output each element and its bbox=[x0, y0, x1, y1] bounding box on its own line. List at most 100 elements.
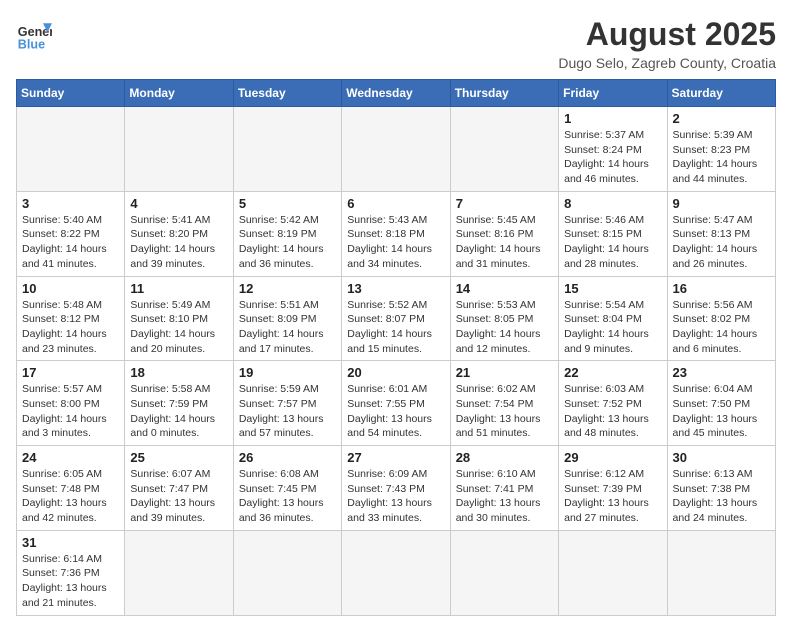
calendar-cell: 21 Sunrise: 6:02 AM Sunset: 7:54 PM Dayli… bbox=[450, 361, 558, 446]
weekday-header-friday: Friday bbox=[559, 80, 667, 107]
day-number: 26 bbox=[239, 450, 336, 465]
calendar-week-4: 17 Sunrise: 5:57 AM Sunset: 8:00 PM Dayli… bbox=[17, 361, 776, 446]
calendar-title: August 2025 bbox=[558, 16, 776, 53]
day-info: Sunrise: 6:04 AM Sunset: 7:50 PM Dayligh… bbox=[673, 382, 770, 441]
calendar-cell: 25Sunrise: 6:07 AM Sunset: 7:47 PM Dayli… bbox=[125, 446, 233, 531]
day-number: 3 bbox=[22, 196, 119, 211]
weekday-header-thursday: Thursday bbox=[450, 80, 558, 107]
day-number: 9 bbox=[673, 196, 770, 211]
calendar-cell: 4 Sunrise: 5:41 AM Sunset: 8:20 PM Daylig… bbox=[125, 191, 233, 276]
calendar-cell: 20 Sunrise: 6:01 AM Sunset: 7:55 PM Dayli… bbox=[342, 361, 450, 446]
weekday-header-tuesday: Tuesday bbox=[233, 80, 341, 107]
day-info: Sunrise: 6:14 AM Sunset: 7:36 PM Dayligh… bbox=[22, 552, 119, 611]
calendar-cell bbox=[667, 530, 775, 615]
day-info: Sunrise: 5:57 AM Sunset: 8:00 PM Dayligh… bbox=[22, 382, 119, 441]
day-info: Sunrise: 5:58 AM Sunset: 7:59 PM Dayligh… bbox=[130, 382, 227, 441]
day-number: 19 bbox=[239, 365, 336, 380]
calendar-cell bbox=[450, 107, 558, 192]
day-info: Sunrise: 5:41 AM Sunset: 8:20 PM Dayligh… bbox=[130, 213, 227, 272]
day-info: Sunrise: 5:52 AM Sunset: 8:07 PM Dayligh… bbox=[347, 298, 444, 357]
day-number: 18 bbox=[130, 365, 227, 380]
day-info: Sunrise: 6:12 AM Sunset: 7:39 PM Dayligh… bbox=[564, 467, 661, 526]
day-info: Sunrise: 5:51 AM Sunset: 8:09 PM Dayligh… bbox=[239, 298, 336, 357]
calendar-cell: 12Sunrise: 5:51 AM Sunset: 8:09 PM Dayli… bbox=[233, 276, 341, 361]
day-number: 5 bbox=[239, 196, 336, 211]
day-number: 8 bbox=[564, 196, 661, 211]
day-number: 16 bbox=[673, 281, 770, 296]
day-info: Sunrise: 5:40 AM Sunset: 8:22 PM Dayligh… bbox=[22, 213, 119, 272]
day-number: 28 bbox=[456, 450, 553, 465]
calendar-table: SundayMondayTuesdayWednesdayThursdayFrid… bbox=[16, 79, 776, 616]
day-number: 30 bbox=[673, 450, 770, 465]
day-info: Sunrise: 6:02 AM Sunset: 7:54 PM Dayligh… bbox=[456, 382, 553, 441]
calendar-cell: 14Sunrise: 5:53 AM Sunset: 8:05 PM Dayli… bbox=[450, 276, 558, 361]
calendar-cell: 10Sunrise: 5:48 AM Sunset: 8:12 PM Dayli… bbox=[17, 276, 125, 361]
day-info: Sunrise: 5:45 AM Sunset: 8:16 PM Dayligh… bbox=[456, 213, 553, 272]
calendar-cell bbox=[233, 107, 341, 192]
calendar-cell: 29Sunrise: 6:12 AM Sunset: 7:39 PM Dayli… bbox=[559, 446, 667, 531]
header: General Blue August 2025 Dugo Selo, Zagr… bbox=[16, 16, 776, 71]
calendar-cell: 30 Sunrise: 6:13 AM Sunset: 7:38 PM Dayli… bbox=[667, 446, 775, 531]
day-info: Sunrise: 6:09 AM Sunset: 7:43 PM Dayligh… bbox=[347, 467, 444, 526]
calendar-cell: 13 Sunrise: 5:52 AM Sunset: 8:07 PM Dayli… bbox=[342, 276, 450, 361]
day-number: 14 bbox=[456, 281, 553, 296]
calendar-cell: 28Sunrise: 6:10 AM Sunset: 7:41 PM Dayli… bbox=[450, 446, 558, 531]
calendar-cell bbox=[559, 530, 667, 615]
day-number: 17 bbox=[22, 365, 119, 380]
weekday-header-monday: Monday bbox=[125, 80, 233, 107]
day-info: Sunrise: 5:54 AM Sunset: 8:04 PM Dayligh… bbox=[564, 298, 661, 357]
logo: General Blue bbox=[16, 16, 52, 52]
day-number: 15 bbox=[564, 281, 661, 296]
calendar-cell: 6Sunrise: 5:43 AM Sunset: 8:18 PM Daylig… bbox=[342, 191, 450, 276]
calendar-week-5: 24Sunrise: 6:05 AM Sunset: 7:48 PM Dayli… bbox=[17, 446, 776, 531]
day-number: 13 bbox=[347, 281, 444, 296]
day-number: 22 bbox=[564, 365, 661, 380]
day-info: Sunrise: 6:05 AM Sunset: 7:48 PM Dayligh… bbox=[22, 467, 119, 526]
calendar-cell: 23Sunrise: 6:04 AM Sunset: 7:50 PM Dayli… bbox=[667, 361, 775, 446]
calendar-cell: 17 Sunrise: 5:57 AM Sunset: 8:00 PM Dayli… bbox=[17, 361, 125, 446]
calendar-cell: 15 Sunrise: 5:54 AM Sunset: 8:04 PM Dayli… bbox=[559, 276, 667, 361]
day-info: Sunrise: 5:49 AM Sunset: 8:10 PM Dayligh… bbox=[130, 298, 227, 357]
calendar-cell: 26 Sunrise: 6:08 AM Sunset: 7:45 PM Dayli… bbox=[233, 446, 341, 531]
calendar-cell: 5Sunrise: 5:42 AM Sunset: 8:19 PM Daylig… bbox=[233, 191, 341, 276]
weekday-header-wednesday: Wednesday bbox=[342, 80, 450, 107]
calendar-week-6: 31 Sunrise: 6:14 AM Sunset: 7:36 PM Dayli… bbox=[17, 530, 776, 615]
calendar-week-1: 1Sunrise: 5:37 AM Sunset: 8:24 PM Daylig… bbox=[17, 107, 776, 192]
day-number: 31 bbox=[22, 535, 119, 550]
day-info: Sunrise: 5:48 AM Sunset: 8:12 PM Dayligh… bbox=[22, 298, 119, 357]
calendar-week-3: 10Sunrise: 5:48 AM Sunset: 8:12 PM Dayli… bbox=[17, 276, 776, 361]
calendar-cell: 1Sunrise: 5:37 AM Sunset: 8:24 PM Daylig… bbox=[559, 107, 667, 192]
day-info: Sunrise: 6:01 AM Sunset: 7:55 PM Dayligh… bbox=[347, 382, 444, 441]
weekday-header-sunday: Sunday bbox=[17, 80, 125, 107]
calendar-cell bbox=[342, 530, 450, 615]
calendar-cell: 7Sunrise: 5:45 AM Sunset: 8:16 PM Daylig… bbox=[450, 191, 558, 276]
title-area: August 2025 Dugo Selo, Zagreb County, Cr… bbox=[558, 16, 776, 71]
calendar-cell: 18 Sunrise: 5:58 AM Sunset: 7:59 PM Dayli… bbox=[125, 361, 233, 446]
calendar-cell: 22Sunrise: 6:03 AM Sunset: 7:52 PM Dayli… bbox=[559, 361, 667, 446]
weekday-header-row: SundayMondayTuesdayWednesdayThursdayFrid… bbox=[17, 80, 776, 107]
calendar-cell: 27 Sunrise: 6:09 AM Sunset: 7:43 PM Dayli… bbox=[342, 446, 450, 531]
day-number: 4 bbox=[130, 196, 227, 211]
calendar-cell bbox=[233, 530, 341, 615]
day-info: Sunrise: 5:56 AM Sunset: 8:02 PM Dayligh… bbox=[673, 298, 770, 357]
day-info: Sunrise: 6:08 AM Sunset: 7:45 PM Dayligh… bbox=[239, 467, 336, 526]
day-number: 1 bbox=[564, 111, 661, 126]
svg-text:Blue: Blue bbox=[18, 37, 45, 51]
day-number: 21 bbox=[456, 365, 553, 380]
calendar-cell: 24Sunrise: 6:05 AM Sunset: 7:48 PM Dayli… bbox=[17, 446, 125, 531]
calendar-cell: 19Sunrise: 5:59 AM Sunset: 7:57 PM Dayli… bbox=[233, 361, 341, 446]
day-info: Sunrise: 5:46 AM Sunset: 8:15 PM Dayligh… bbox=[564, 213, 661, 272]
calendar-cell bbox=[125, 107, 233, 192]
day-number: 6 bbox=[347, 196, 444, 211]
calendar-cell: 2Sunrise: 5:39 AM Sunset: 8:23 PM Daylig… bbox=[667, 107, 775, 192]
calendar-cell: 3 Sunrise: 5:40 AM Sunset: 8:22 PM Daylig… bbox=[17, 191, 125, 276]
day-number: 25 bbox=[130, 450, 227, 465]
day-info: Sunrise: 6:13 AM Sunset: 7:38 PM Dayligh… bbox=[673, 467, 770, 526]
calendar-cell bbox=[342, 107, 450, 192]
calendar-cell bbox=[450, 530, 558, 615]
day-number: 27 bbox=[347, 450, 444, 465]
calendar-cell: 9 Sunrise: 5:47 AM Sunset: 8:13 PM Daylig… bbox=[667, 191, 775, 276]
day-number: 20 bbox=[347, 365, 444, 380]
logo-icon: General Blue bbox=[16, 16, 52, 52]
day-info: Sunrise: 5:47 AM Sunset: 8:13 PM Dayligh… bbox=[673, 213, 770, 272]
